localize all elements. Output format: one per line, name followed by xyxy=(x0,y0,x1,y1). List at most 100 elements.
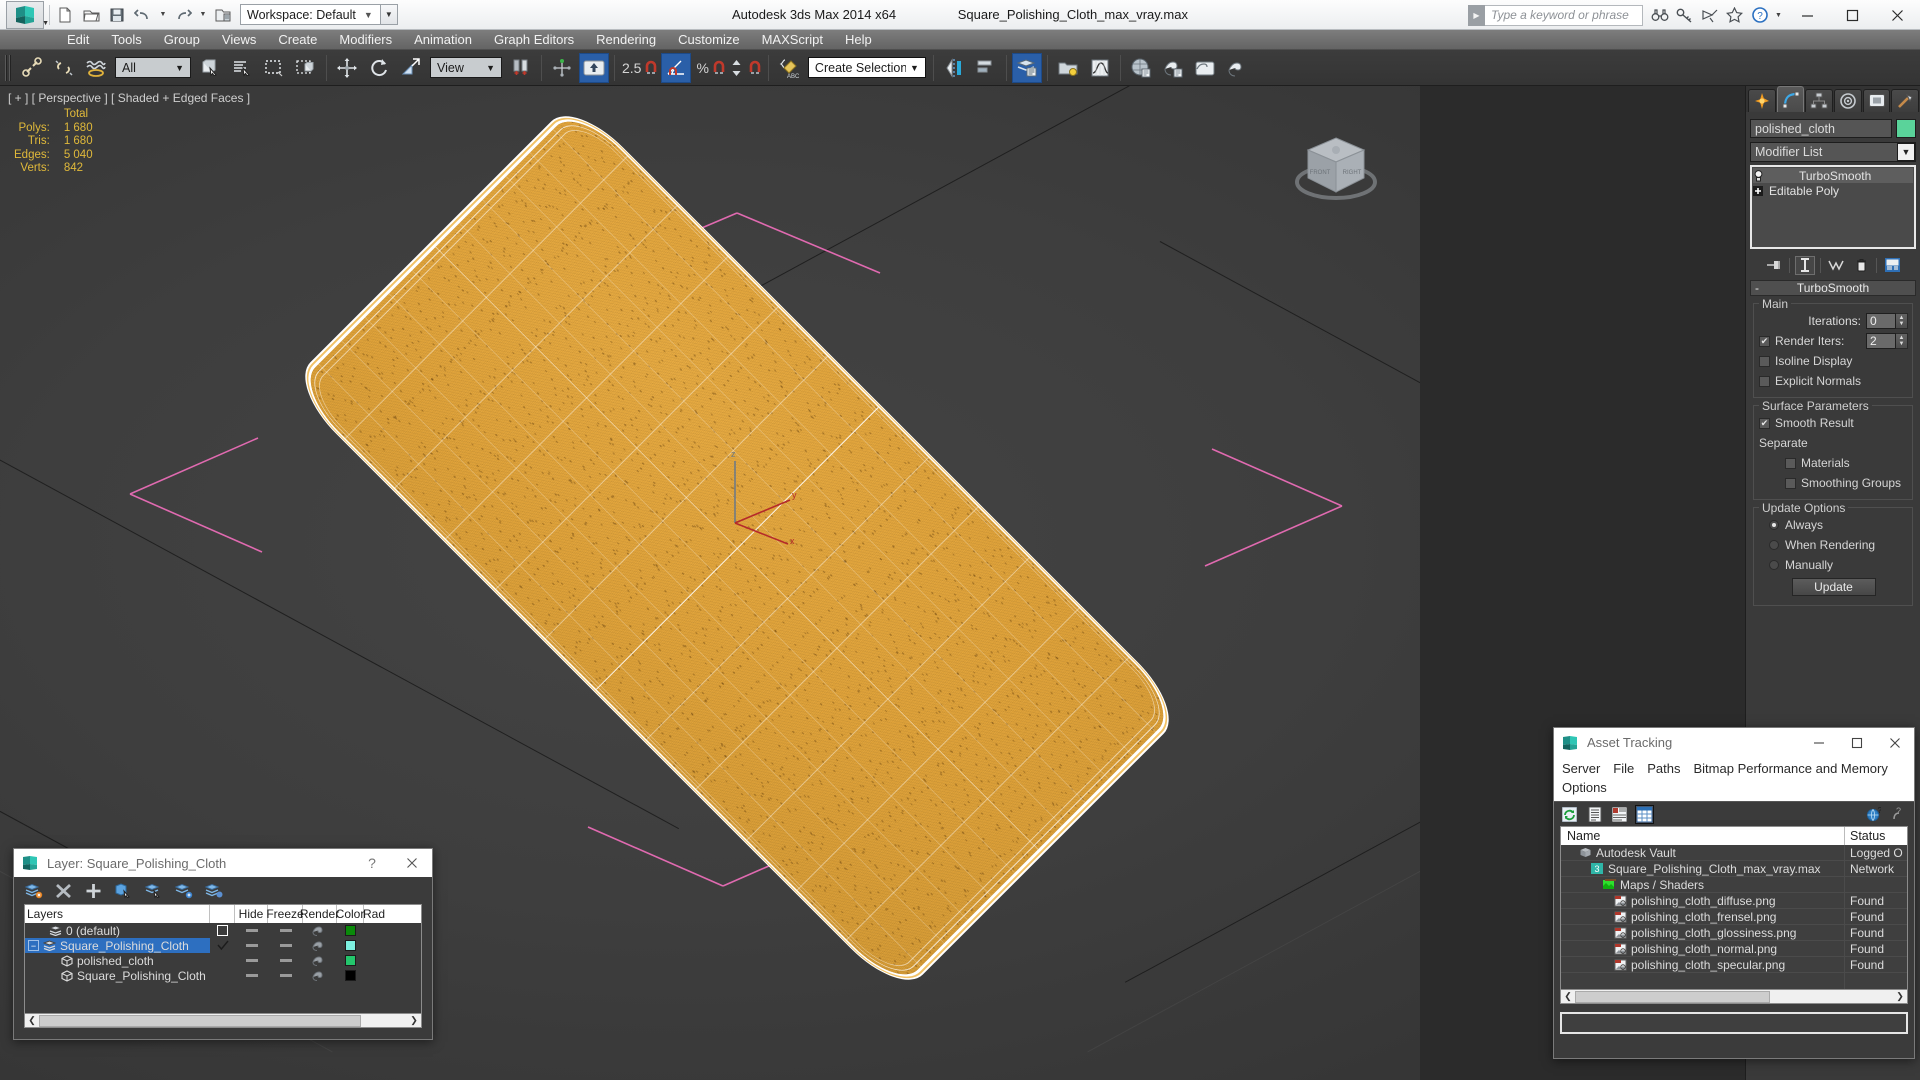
open-file-icon[interactable] xyxy=(79,3,103,27)
asset-tracking-titlebar[interactable]: Asset Tracking xyxy=(1554,728,1914,757)
menu-item-views[interactable]: Views xyxy=(211,30,267,50)
at-menu-server[interactable]: Server xyxy=(1562,761,1600,776)
square-polishing-cloth-object[interactable] xyxy=(294,105,1180,991)
modifier-stack-item-turbosmooth[interactable]: TurboSmooth xyxy=(1753,168,1913,183)
menu-item-maxscript[interactable]: MAXScript xyxy=(751,30,834,50)
project-folder-icon[interactable] xyxy=(211,3,235,27)
search-box[interactable]: ▶ Type a keyword or phrase xyxy=(1468,4,1643,26)
scene-explorer-icon[interactable] xyxy=(1053,53,1083,83)
select-and-link-icon[interactable] xyxy=(17,53,47,83)
menu-item-animation[interactable]: Animation xyxy=(403,30,483,50)
satellite-icon[interactable] xyxy=(1697,2,1722,28)
close-button[interactable] xyxy=(1875,0,1920,30)
table-row[interactable]: polishing_cloth_diffuse.png Found xyxy=(1561,893,1907,909)
viewport-label[interactable]: [ + ] [ Perspective ] [ Shaded + Edged F… xyxy=(8,91,250,105)
undo-dropdown-icon[interactable]: ▼ xyxy=(157,3,169,27)
menu-item-help[interactable]: Help xyxy=(834,30,883,50)
configure-modifier-sets-icon[interactable] xyxy=(1882,256,1902,275)
detail-view-icon[interactable] xyxy=(1610,805,1629,824)
select-and-manipulate-icon[interactable] xyxy=(547,53,577,83)
create-tab[interactable] xyxy=(1748,89,1776,112)
render-setup-icon[interactable] xyxy=(1158,53,1188,83)
pin-stack-icon[interactable] xyxy=(1764,256,1784,275)
layer-explorer-icon[interactable] xyxy=(1011,52,1042,83)
list-view-icon[interactable] xyxy=(1585,805,1604,824)
remove-modifier-icon[interactable] xyxy=(1851,256,1871,275)
table-row[interactable]: polishing_cloth_glossiness.png Found xyxy=(1561,925,1907,941)
smoothing-groups-checkbox[interactable] xyxy=(1785,477,1796,489)
select-object-icon[interactable] xyxy=(195,53,225,83)
menu-item-graph-editors[interactable]: Graph Editors xyxy=(483,30,585,50)
table-row[interactable]: polishing_cloth_normal.png Found xyxy=(1561,941,1907,957)
menu-item-create[interactable]: Create xyxy=(267,30,328,50)
select-and-rotate-icon[interactable] xyxy=(364,53,394,83)
close-button[interactable] xyxy=(1876,728,1914,757)
star-icon[interactable] xyxy=(1722,2,1747,28)
at-menu-options[interactable]: Options xyxy=(1562,780,1607,795)
at-menu-bitmap-performance[interactable]: Bitmap Performance and Memory xyxy=(1694,761,1888,776)
binoculars-icon[interactable] xyxy=(1647,2,1672,28)
undo-icon[interactable] xyxy=(131,3,155,27)
table-row[interactable]: 3 Square_Polishing_Cloth_max_vray.max Ne… xyxy=(1561,861,1907,877)
minimize-button[interactable] xyxy=(1800,728,1838,757)
application-menu-button[interactable]: ▼ xyxy=(6,0,49,29)
new-file-icon[interactable] xyxy=(53,3,77,27)
use-pivot-point-center-icon[interactable] xyxy=(506,53,536,83)
window-crossing-icon[interactable] xyxy=(291,53,321,83)
rollout-collapse-icon[interactable]: - xyxy=(1755,281,1759,295)
display-tab[interactable] xyxy=(1862,89,1891,112)
workspace-dropdown-icon[interactable]: ▼ xyxy=(380,4,398,25)
scrollbar-thumb[interactable] xyxy=(1575,990,1770,1003)
table-row[interactable]: polishing_cloth_frensel.png Found xyxy=(1561,909,1907,925)
help-globe-icon[interactable]: ? xyxy=(1864,805,1883,824)
hierarchy-tab[interactable] xyxy=(1805,89,1834,112)
column-header-name[interactable]: Name xyxy=(1561,827,1845,845)
plus-box-icon[interactable] xyxy=(1753,185,1769,196)
modifier-list-dropdown[interactable]: Modifier List ▼ xyxy=(1750,142,1916,162)
column-header-status[interactable]: Status xyxy=(1845,827,1907,845)
bind-to-space-warp-icon[interactable] xyxy=(81,53,111,83)
align-icon[interactable] xyxy=(971,53,1001,83)
scroll-left-icon[interactable]: ❮ xyxy=(1561,991,1575,1002)
render-iters-input[interactable]: 2 xyxy=(1866,333,1896,349)
workspace-selector[interactable]: Workspace: Default ▼ xyxy=(240,4,381,25)
chevron-down-icon[interactable]: ▼ xyxy=(1897,143,1915,161)
angle-snap-toggle-icon[interactable] xyxy=(661,52,692,83)
mirror-icon[interactable] xyxy=(939,53,969,83)
menu-item-modifiers[interactable]: Modifiers xyxy=(328,30,403,50)
select-by-name-icon[interactable] xyxy=(227,53,257,83)
spinner-snap-toggle-icon[interactable] xyxy=(747,53,763,83)
at-menu-paths[interactable]: Paths xyxy=(1647,761,1680,776)
select-and-scale-icon[interactable] xyxy=(396,53,426,83)
at-menu-file[interactable]: File xyxy=(1613,761,1634,776)
menu-item-group[interactable]: Group xyxy=(153,30,211,50)
unlink-selection-icon[interactable] xyxy=(49,53,79,83)
search-input[interactable]: Type a keyword or phrase xyxy=(1485,4,1643,26)
viewcube[interactable]: FRONT RIGHT xyxy=(1284,124,1388,214)
select-and-move-icon[interactable] xyxy=(332,53,362,83)
object-color-swatch[interactable] xyxy=(1896,119,1916,138)
edit-named-selection-sets-icon[interactable]: ABC xyxy=(774,53,804,83)
perspective-viewport[interactable]: [ + ] [ Perspective ] [ Shaded + Edged F… xyxy=(0,86,1420,1080)
object-name-input[interactable]: polished_cloth xyxy=(1750,119,1892,138)
iterations-input[interactable]: 0 xyxy=(1866,313,1896,329)
always-radio[interactable] xyxy=(1769,520,1779,530)
reference-coordinate-combo[interactable]: View ▼ xyxy=(430,57,502,78)
make-unique-icon[interactable] xyxy=(1826,256,1846,275)
turbosmooth-rollout-header[interactable]: - TurboSmooth xyxy=(1750,280,1916,296)
rectangular-selection-region-icon[interactable] xyxy=(259,53,289,83)
render-production-icon[interactable] xyxy=(1222,53,1252,83)
snaps-toggle-icon[interactable] xyxy=(643,53,659,83)
modifier-stack-item-editable-poly[interactable]: Editable Poly xyxy=(1753,183,1913,198)
minimize-button[interactable] xyxy=(1785,0,1830,30)
render-iters-checkbox[interactable]: ✔ xyxy=(1759,335,1770,347)
menu-item-edit[interactable]: Edit xyxy=(56,30,100,50)
materials-checkbox[interactable] xyxy=(1785,457,1796,469)
table-row[interactable]: polishing_cloth_specular.png Found xyxy=(1561,957,1907,973)
key-icon[interactable] xyxy=(1672,2,1697,28)
redo-dropdown-icon[interactable]: ▼ xyxy=(197,3,209,27)
show-end-result-icon[interactable] xyxy=(1795,255,1815,275)
modifier-stack[interactable]: TurboSmooth Editable Poly xyxy=(1750,165,1916,249)
save-file-icon[interactable] xyxy=(105,3,129,27)
spinner-updown-icon[interactable] xyxy=(729,53,745,83)
